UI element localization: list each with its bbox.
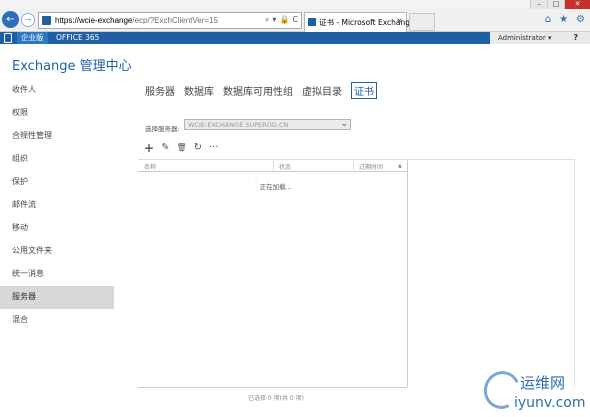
- subnav-tab[interactable]: 证书: [351, 82, 377, 99]
- url-host: https://wcie-exchange: [55, 16, 133, 25]
- column-divider: [353, 161, 354, 171]
- sidebar-item[interactable]: 合规性管理: [0, 125, 114, 148]
- server-select[interactable]: WCIE-EXCHANGE.SUPEROD.CN ⌄: [184, 119, 351, 130]
- help-button[interactable]: ?: [573, 32, 578, 44]
- back-arrow-icon[interactable]: ←: [2, 11, 19, 28]
- more-icon[interactable]: ···: [209, 142, 219, 154]
- details-pane-divider: [407, 160, 408, 387]
- browser-tools: ⌂ ★ ⚙: [545, 14, 585, 25]
- grid-toolbar: + ✎ 🗑 ↻ ···: [144, 142, 219, 154]
- column-header-status[interactable]: 状态: [279, 162, 291, 171]
- address-bar[interactable]: https://wcie-exchange/ecp/?ExchClientVer…: [38, 12, 302, 29]
- refresh-page-icon[interactable]: C: [292, 15, 298, 25]
- edit-icon[interactable]: ✎: [161, 142, 169, 154]
- user-name: Administrator: [498, 34, 546, 42]
- subnav-tab[interactable]: 数据库可用性组: [223, 83, 293, 99]
- sort-ascending-icon[interactable]: ▲: [398, 163, 402, 169]
- new-tab-button[interactable]: [409, 13, 435, 31]
- sidebar-item[interactable]: 混合: [0, 309, 114, 332]
- browser-toolbar: ← → https://wcie-exchange/ecp/?ExchClien…: [0, 9, 590, 32]
- browser-tab[interactable]: 证书 - Microsoft Exchange ×: [304, 12, 415, 32]
- server-select-value: WCIE-EXCHANGE.SUPEROD.CN: [188, 121, 289, 129]
- sidebar-item[interactable]: 收件人: [0, 79, 114, 102]
- grid-header: 名称 状态 过期时间 ▲: [138, 160, 407, 172]
- site-favicon-icon: [42, 16, 51, 25]
- grid-selection-count: 已选择 0 项(共 0 项): [248, 395, 304, 402]
- sidebar-item[interactable]: 移动: [0, 217, 114, 240]
- page-title: Exchange 管理中心: [12, 59, 132, 74]
- address-url[interactable]: https://wcie-exchange/ecp/?ExchClientVer…: [55, 16, 218, 25]
- ecp-top-bar: 企业版 OFFICE 365 Administrator ▾ ?: [0, 32, 590, 44]
- dropdown-icon[interactable]: ▾: [272, 15, 276, 25]
- forward-arrow-icon[interactable]: →: [21, 13, 35, 27]
- sidebar-item[interactable]: 组织: [0, 148, 114, 171]
- server-select-label: 选择服务器:: [145, 125, 180, 133]
- maximize-button[interactable]: □: [547, 0, 564, 9]
- minimize-button[interactable]: –: [530, 0, 547, 9]
- home-icon[interactable]: ⌂: [545, 14, 551, 25]
- url-path: /ecp/?ExchClientVer=15: [132, 16, 218, 25]
- window-titlebar: – □ ✕: [0, 0, 590, 9]
- office365-tab[interactable]: OFFICE 365: [56, 33, 99, 43]
- search-icon[interactable]: ⌕: [265, 15, 269, 25]
- subnav-tab[interactable]: 服务器: [145, 83, 175, 99]
- watermark-logo: 运维网 iyunv.com: [474, 365, 590, 417]
- watermark-line1: 运维网: [520, 374, 566, 392]
- favorites-star-icon[interactable]: ★: [559, 14, 568, 25]
- user-caret-icon: ▾: [547, 34, 552, 42]
- sidebar-item[interactable]: 公用文件夹: [0, 240, 114, 263]
- subnav-tab[interactable]: 数据库: [184, 83, 214, 99]
- tab-close-icon[interactable]: ×: [396, 16, 403, 25]
- sidebar-item[interactable]: 服务器: [0, 286, 114, 309]
- lock-icon[interactable]: 🔒: [279, 15, 289, 25]
- enterprise-tab[interactable]: 企业版: [17, 32, 48, 44]
- subnav-tab[interactable]: 虚拟目录: [302, 83, 342, 99]
- close-window-button[interactable]: ✕: [564, 0, 590, 9]
- loading-text: 正在加载...: [259, 183, 292, 191]
- left-navigation: 收件人 权限 合规性管理 组织 保护 邮件流 移动 公用文件夹 统一消息 服务器 混合: [0, 79, 114, 332]
- column-divider: [273, 161, 274, 171]
- sub-navigation: 服务器 数据库 数据库可用性组 虚拟目录 证书: [145, 82, 377, 99]
- office-logo-icon: [4, 33, 12, 43]
- user-menu[interactable]: Administrator ▾ ?: [490, 32, 590, 44]
- sidebar-item[interactable]: 权限: [0, 102, 114, 125]
- window-controls: – □ ✕: [530, 0, 590, 9]
- sidebar-item[interactable]: 邮件流: [0, 194, 114, 217]
- refresh-icon[interactable]: ↻: [194, 142, 202, 154]
- add-icon[interactable]: +: [144, 142, 154, 154]
- grid-footer-border: [138, 387, 407, 388]
- spinner-icon: `: [255, 181, 258, 187]
- tab-favicon-icon: [308, 18, 316, 26]
- chevron-down-icon: ⌄: [340, 119, 348, 129]
- details-pane-right-border: [574, 160, 575, 387]
- address-controls: ⌕ ▾ 🔒 C: [265, 15, 298, 25]
- column-header-name[interactable]: 名称: [144, 162, 156, 171]
- watermark-line2: iyunv.com: [514, 395, 586, 411]
- column-header-expiry[interactable]: 过期时间: [359, 162, 383, 171]
- sidebar-item[interactable]: 保护: [0, 171, 114, 194]
- delete-icon[interactable]: 🗑: [176, 142, 186, 154]
- loading-indicator: ` 正在加载...: [255, 181, 292, 191]
- sidebar-item[interactable]: 统一消息: [0, 263, 114, 286]
- settings-gear-icon[interactable]: ⚙: [576, 14, 585, 25]
